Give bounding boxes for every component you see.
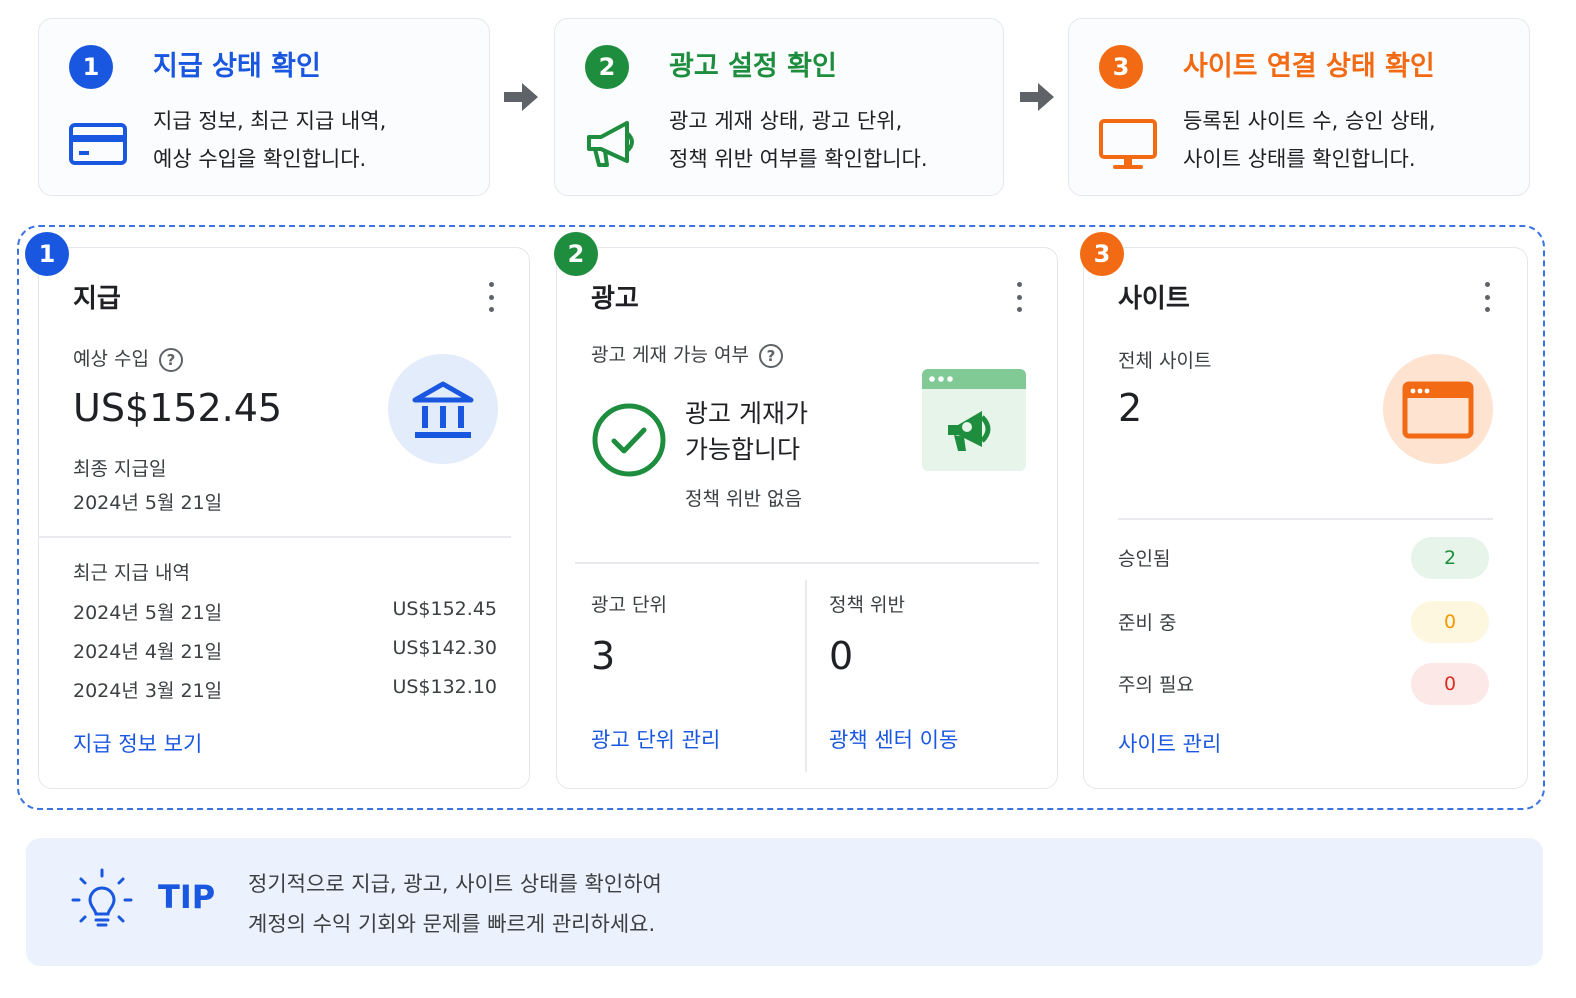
help-icon[interactable]: ? xyxy=(758,343,783,368)
payment-history-label: 최근 지급 내역 xyxy=(73,562,190,584)
payment-history-amount: US$142.30 xyxy=(392,637,497,659)
sites-card: 사이트 전체 사이트 2 승인됨 2 준비 중 0 주의 필요 0 사이트 관리 xyxy=(1083,247,1528,789)
payments-card: 지급 예상 수입? US$152.45 최종 지급일 2024년 5월 21일 … xyxy=(38,247,530,789)
site-status-count: 0 xyxy=(1411,663,1489,705)
arrow-right-icon xyxy=(504,83,538,111)
step-number: 2 xyxy=(585,45,629,89)
ads-card: 광고 광고 게재 가능 여부? 광고 게재가 가능합니다 정책 위반 없음 광고… xyxy=(556,247,1058,789)
step-number: 1 xyxy=(69,45,113,89)
total-sites-value: 2 xyxy=(1118,386,1143,430)
ads-badge: 2 xyxy=(554,232,598,276)
ad-status-subtext: 정책 위반 없음 xyxy=(685,488,802,510)
policy-center-link[interactable]: 광책 센터 이동 xyxy=(829,724,958,754)
monitor-icon xyxy=(1099,119,1157,169)
step-card-payments: 1 지급 상태 확인 지급 정보, 최근 지급 내역, 예상 수입을 확인합니다… xyxy=(38,18,490,196)
divider xyxy=(1118,518,1493,520)
card-title: 광고 xyxy=(591,284,639,314)
policy-violations-label: 정책 위반 xyxy=(829,594,905,616)
step-number: 3 xyxy=(1099,45,1143,89)
more-options-icon[interactable] xyxy=(487,282,495,312)
payments-badge: 1 xyxy=(25,232,69,276)
card-title: 지급 xyxy=(73,284,121,314)
divider xyxy=(39,536,511,538)
ad-serving-label: 광고 게재 가능 여부? xyxy=(591,340,783,368)
card-title: 사이트 xyxy=(1118,284,1190,314)
manage-sites-link[interactable]: 사이트 관리 xyxy=(1118,728,1221,758)
site-status-label: 준비 중 xyxy=(1118,612,1177,634)
payment-history-amount: US$152.45 xyxy=(392,598,497,620)
step-title: 광고 설정 확인 xyxy=(669,51,837,82)
estimated-earnings-label: 예상 수입? xyxy=(73,344,183,372)
policy-violations-value: 0 xyxy=(829,634,854,678)
ad-status-text: 광고 게재가 가능합니다 xyxy=(685,399,808,464)
step-card-ads: 2 광고 설정 확인 광고 게재 상태, 광고 단위, 정책 위반 여부를 확인… xyxy=(554,18,1004,196)
more-options-icon[interactable] xyxy=(1483,282,1491,312)
total-sites-label: 전체 사이트 xyxy=(1118,350,1212,372)
step-description: 지급 정보, 최근 지급 내역, 예상 수입을 확인합니다. xyxy=(153,109,387,171)
payment-history-date: 2024년 4월 21일 xyxy=(73,641,223,663)
last-payment-date: 2024년 5월 21일 xyxy=(73,492,223,514)
step-title: 지급 상태 확인 xyxy=(153,51,321,82)
tip-text: 정기적으로 지급, 광고, 사이트 상태를 확인하여 계정의 수익 기회와 문제… xyxy=(248,872,662,936)
step-title: 사이트 연결 상태 확인 xyxy=(1183,51,1435,82)
credit-card-icon xyxy=(69,123,127,165)
view-payment-info-link[interactable]: 지급 정보 보기 xyxy=(73,728,202,758)
lightbulb-icon xyxy=(71,868,133,927)
step-description: 광고 게재 상태, 광고 단위, 정책 위반 여부를 확인합니다. xyxy=(669,109,928,171)
browser-window-icon xyxy=(1383,354,1493,464)
arrow-right-icon xyxy=(1020,83,1054,111)
ad-units-value: 3 xyxy=(591,634,616,678)
tip-label: TIP xyxy=(158,878,216,916)
site-status-label: 주의 필요 xyxy=(1118,674,1194,696)
manage-ad-units-link[interactable]: 광고 단위 관리 xyxy=(591,724,720,754)
site-status-count: 2 xyxy=(1411,537,1489,579)
site-status-count: 0 xyxy=(1411,601,1489,643)
check-circle-icon xyxy=(592,403,666,477)
payment-history-date: 2024년 3월 21일 xyxy=(73,680,223,702)
browser-megaphone-icon xyxy=(922,369,1026,471)
payment-history-date: 2024년 5월 21일 xyxy=(73,602,223,624)
step-card-sites: 3 사이트 연결 상태 확인 등록된 사이트 수, 승인 상태, 사이트 상태를… xyxy=(1068,18,1530,196)
ad-units-label: 광고 단위 xyxy=(591,594,667,616)
last-payment-label: 최종 지급일 xyxy=(73,458,167,480)
tip-banner: TIP 정기적으로 지급, 광고, 사이트 상태를 확인하여 계정의 수익 기회… xyxy=(26,838,1543,966)
more-options-icon[interactable] xyxy=(1015,282,1023,312)
divider xyxy=(575,562,1039,564)
payment-history-amount: US$132.10 xyxy=(392,676,497,698)
estimated-earnings-value: US$152.45 xyxy=(73,386,283,430)
bank-icon xyxy=(388,354,498,464)
sites-badge: 3 xyxy=(1080,232,1124,276)
vertical-divider xyxy=(805,580,807,772)
site-status-label: 승인됨 xyxy=(1118,548,1171,570)
help-icon[interactable]: ? xyxy=(158,347,183,372)
megaphone-icon xyxy=(587,121,634,167)
step-description: 등록된 사이트 수, 승인 상태, 사이트 상태를 확인합니다. xyxy=(1183,109,1436,171)
